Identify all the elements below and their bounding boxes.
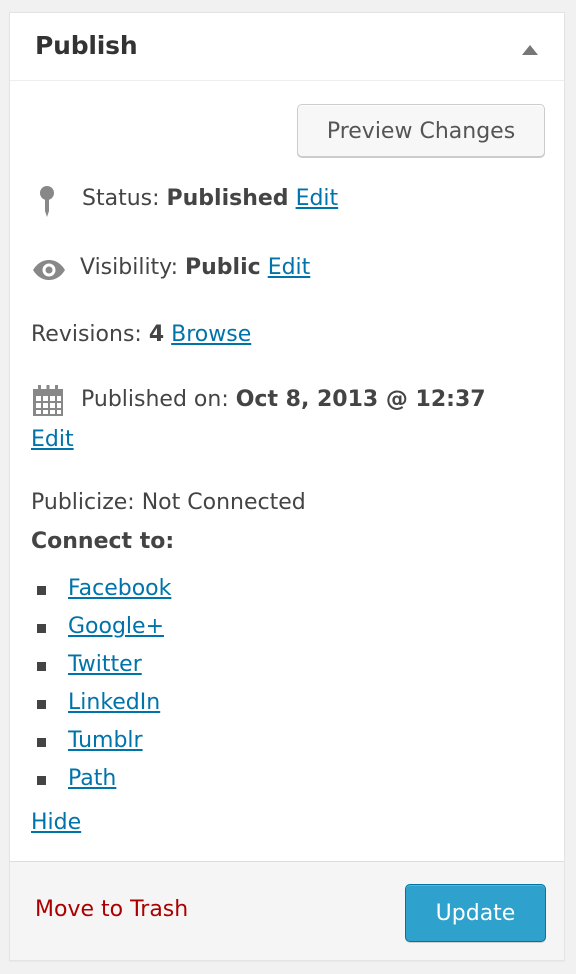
connect-google-plus-link[interactable]: Google+: [68, 612, 164, 642]
bullet-icon: [37, 624, 46, 633]
published-edit-row: Edit: [31, 427, 74, 452]
pin-icon: [40, 186, 54, 217]
status-value: Published: [166, 186, 289, 211]
publicize-status: Publicize: Not Connected: [31, 490, 306, 515]
status-row: Status: Published Edit: [82, 186, 338, 211]
move-to-trash-link[interactable]: Move to Trash: [35, 897, 188, 922]
published-label: Published on:: [81, 387, 229, 412]
hide-link[interactable]: Hide: [31, 810, 81, 835]
bullet-icon: [37, 586, 46, 595]
calendar-icon: [33, 385, 63, 416]
hide-row: Hide: [31, 810, 81, 835]
visibility-label: Visibility:: [80, 255, 179, 280]
update-button[interactable]: Update: [405, 884, 546, 942]
collapse-toggle-icon[interactable]: [522, 45, 538, 55]
bullet-icon: [37, 738, 46, 747]
published-row: Published on: Oct 8, 2013 @ 12:37: [81, 387, 486, 412]
publish-box: Publish Preview Changes Status: Publishe…: [9, 12, 565, 961]
status-edit-link[interactable]: Edit: [296, 186, 339, 211]
revisions-label: Revisions:: [31, 322, 142, 347]
visibility-row: Visibility: Public Edit: [80, 255, 310, 280]
publish-box-header[interactable]: Publish: [10, 13, 564, 81]
revisions-browse-link[interactable]: Browse: [171, 322, 251, 347]
bullet-icon: [37, 662, 46, 671]
preview-changes-button[interactable]: Preview Changes: [297, 104, 545, 157]
visibility-value: Public: [185, 255, 261, 280]
connect-to-label: Connect to:: [31, 529, 174, 554]
connect-linkedin-link[interactable]: LinkedIn: [68, 688, 160, 718]
published-edit-link[interactable]: Edit: [31, 427, 74, 452]
bullet-icon: [37, 776, 46, 785]
published-date: Oct 8, 2013 @ 12:37: [235, 387, 486, 412]
revisions-row: Revisions: 4 Browse: [31, 322, 251, 347]
connect-to-text: Connect to:: [31, 529, 175, 554]
connect-twitter-link[interactable]: Twitter: [68, 650, 142, 680]
panel-title: Publish: [35, 31, 138, 60]
revisions-count: 4: [148, 322, 165, 347]
eye-icon: [33, 260, 65, 280]
connect-path-link[interactable]: Path: [68, 764, 116, 794]
visibility-edit-link[interactable]: Edit: [268, 255, 311, 280]
connect-facebook-link[interactable]: Facebook: [68, 574, 171, 604]
connect-tumblr-link[interactable]: Tumblr: [68, 726, 143, 756]
status-label: Status:: [82, 186, 160, 211]
publish-actions-footer: Move to Trash Update: [10, 861, 564, 960]
bullet-icon: [37, 700, 46, 709]
